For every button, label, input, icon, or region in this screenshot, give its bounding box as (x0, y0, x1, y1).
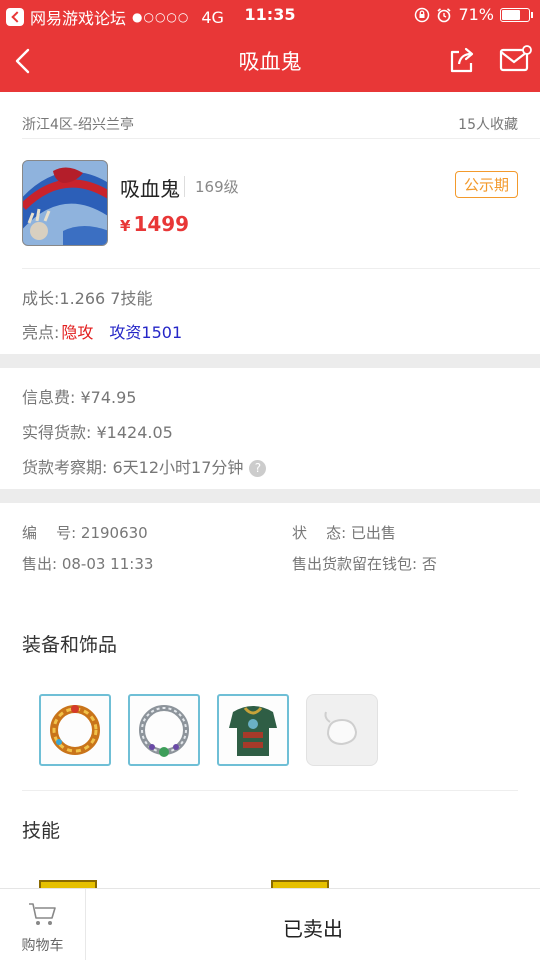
info-fee: 信息费: ¥74.95 (22, 388, 137, 407)
price-value: 1499 (133, 212, 190, 236)
review-period: 货款考察期: 6天12小时17分钟 (22, 458, 244, 477)
shopping-cart-icon (29, 903, 56, 925)
highlights-label: 亮点: (22, 323, 60, 342)
currency-symbol: ¥ (120, 217, 131, 235)
skills-section-title: 技能 (22, 820, 61, 842)
equipment-slot-empty[interactable] (306, 694, 378, 766)
pet-portrait-icon (23, 161, 107, 245)
status-bar: 网易游戏论坛 ●○○○○ 4G 11:35 71% (0, 0, 540, 30)
cart-button[interactable]: 购物车 (0, 889, 86, 960)
share-icon[interactable] (446, 44, 478, 76)
equipment-slot[interactable] (128, 694, 200, 766)
section-separator (0, 489, 540, 503)
equipment-slot[interactable] (39, 694, 111, 766)
server-location: 浙江4区-绍兴兰亭 (22, 117, 134, 133)
favorites-count: 15人收藏 (458, 117, 518, 133)
divider (22, 790, 518, 791)
battery-percent: 71% (458, 5, 494, 24)
divider (22, 268, 540, 269)
review-period-row: 货款考察期: 6天12小时17分钟? (22, 454, 267, 478)
pet-price: ¥1499 (120, 212, 189, 236)
sold-out-status: 已卖出 (283, 917, 343, 941)
help-icon[interactable]: ? (249, 460, 267, 477)
alarm-icon (437, 7, 451, 22)
highlight-tag: 隐攻 (61, 323, 94, 342)
gold-ring-icon (50, 705, 100, 755)
cart-label: 购物车 (21, 938, 64, 954)
highlight-tag: 攻资1501 (109, 323, 183, 342)
wallet-setting: 售出货款留在钱包: 否 (292, 555, 437, 573)
rotation-lock-icon (415, 7, 430, 22)
battery-icon (500, 7, 533, 22)
status-badge: 公示期 (454, 171, 518, 198)
armor-icon (229, 706, 277, 756)
pet-level: 169级 (184, 176, 239, 197)
pet-name: 吸血鬼 (120, 177, 180, 201)
status-right: 71% (414, 5, 533, 24)
empty-slot-icon (324, 711, 358, 746)
nav-bar: 吸血鬼 (0, 30, 540, 92)
message-icon[interactable] (498, 44, 532, 76)
section-separator (0, 354, 540, 368)
pet-avatar[interactable] (22, 160, 108, 246)
sold-time: 售出: 08-03 11:33 (22, 555, 154, 573)
battery-fill (502, 9, 521, 20)
equipment-slot[interactable] (217, 694, 289, 766)
silver-necklace-icon (139, 705, 189, 757)
order-status: 状 态: 已出售 (292, 524, 396, 542)
order-number: 编 号: 2190630 (22, 524, 148, 542)
highlights-row: 亮点: 隐攻 攻资1501 (22, 319, 182, 343)
equipment-section-title: 装备和饰品 (22, 634, 118, 656)
divider (22, 138, 540, 139)
growth-info: 成长:1.266 7技能 (22, 289, 153, 308)
bottom-bar: 购物车 已卖出 (0, 888, 540, 960)
actual-payment: 实得货款: ¥1424.05 (22, 423, 173, 442)
